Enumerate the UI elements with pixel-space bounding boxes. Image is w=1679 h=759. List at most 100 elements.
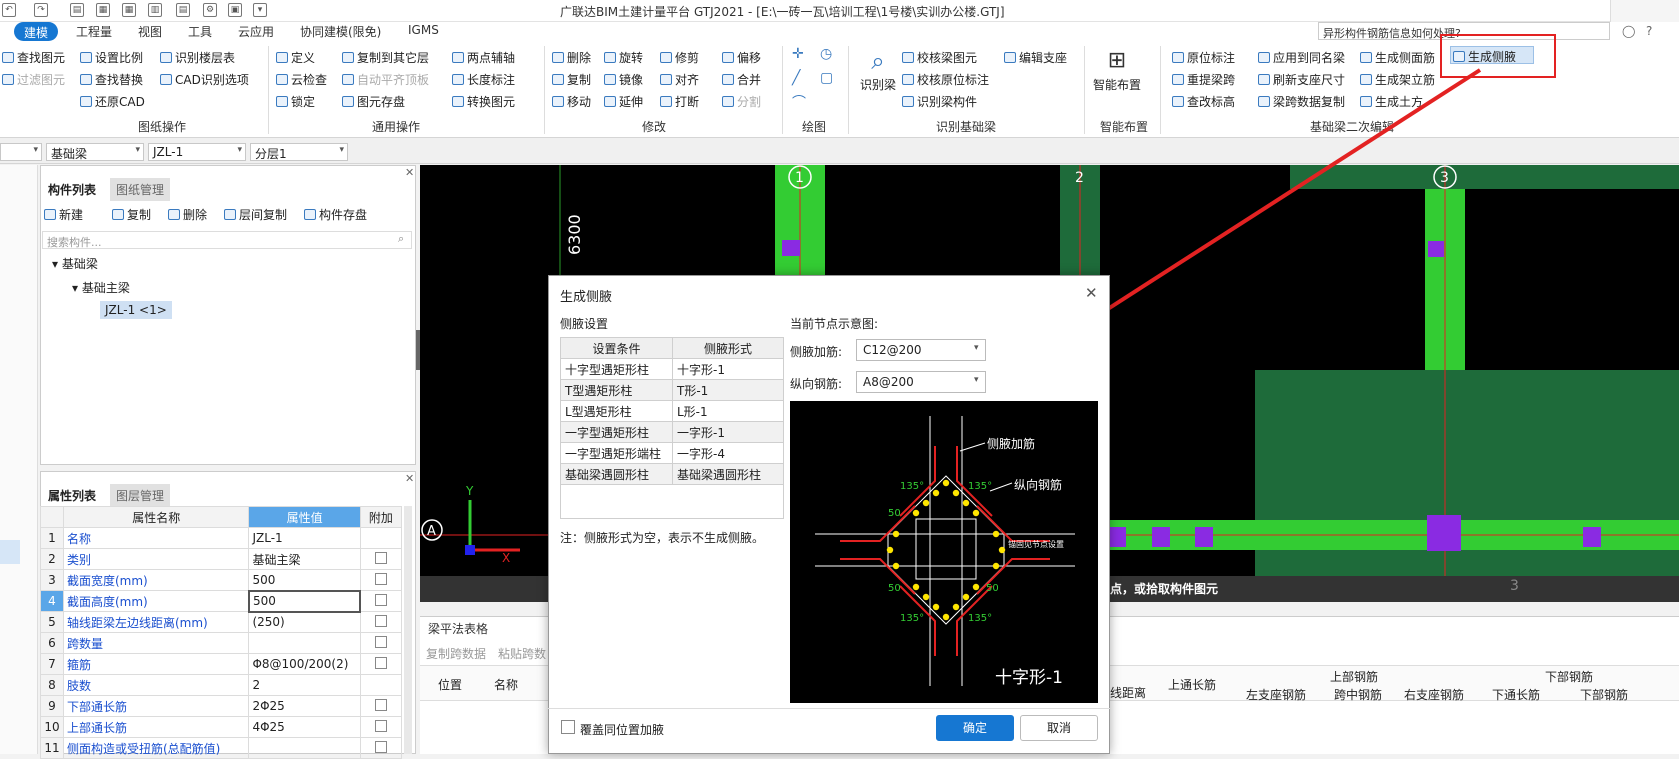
rect-draw-icon[interactable]: ▢ bbox=[820, 70, 833, 86]
property-row[interactable]: 5 轴线距梁左边线距离(mm) (250) bbox=[40, 611, 403, 633]
extra-checkbox[interactable] bbox=[374, 635, 387, 648]
tab-layer-manage[interactable]: 图层管理 bbox=[110, 484, 171, 507]
form-cell[interactable]: L形-1 bbox=[672, 400, 784, 422]
undo-icon[interactable]: ↶ bbox=[2, 3, 16, 17]
extend-button[interactable]: 延伸 bbox=[604, 93, 643, 110]
user-icon[interactable]: ◯ bbox=[1622, 24, 1635, 38]
recognize-beam-button[interactable]: ⌕ 识别梁 bbox=[856, 46, 900, 112]
form-cell[interactable]: 基础梁遇圆形柱 bbox=[672, 463, 784, 485]
element-save-button[interactable]: 图元存盘 bbox=[342, 93, 405, 110]
nav-strip-active[interactable] bbox=[0, 540, 20, 564]
property-row[interactable]: 11 侧面构造或受扭筋(总配筋值) bbox=[40, 737, 403, 759]
line-draw-icon[interactable]: ╱ bbox=[792, 70, 800, 86]
haunch-table-row[interactable]: 一字型遇矩形端柱 一字形-4 bbox=[560, 442, 784, 464]
set-scale-button[interactable]: 设置比例 bbox=[80, 49, 143, 66]
cad-icon[interactable]: ▤ bbox=[176, 3, 190, 17]
cancel-button[interactable]: 取消 bbox=[1020, 715, 1098, 741]
property-value[interactable] bbox=[248, 632, 361, 654]
layer-select[interactable]: 分层1 bbox=[250, 143, 348, 161]
find-replace-button[interactable]: 查找替换 bbox=[80, 71, 143, 88]
extra-checkbox[interactable] bbox=[374, 656, 387, 669]
two-point-axis-button[interactable]: 两点辅轴 bbox=[452, 49, 515, 66]
arc-line-icon[interactable]: ⌒ bbox=[792, 92, 806, 112]
close-property-icon[interactable]: ✕ bbox=[405, 472, 414, 485]
cloud-check-button[interactable]: 云检查 bbox=[276, 71, 327, 88]
tab-drawing-manage[interactable]: 图纸管理 bbox=[110, 178, 171, 201]
property-row[interactable]: 2 类别 基础主梁 bbox=[40, 548, 403, 570]
haunch-table-row[interactable]: 基础梁遇圆形柱 基础梁遇圆形柱 bbox=[560, 463, 784, 485]
property-value[interactable]: Φ8@100/200(2) bbox=[248, 653, 361, 675]
tree-node-foundation-beam[interactable]: ▾ 基础梁 bbox=[52, 255, 98, 272]
length-dimension-button[interactable]: 长度标注 bbox=[452, 71, 515, 88]
menu-tools[interactable]: 工具 bbox=[188, 23, 212, 40]
property-row[interactable]: 6 跨数量 bbox=[40, 632, 403, 654]
offset-button[interactable]: 偏移 bbox=[722, 49, 761, 66]
new-button[interactable]: 新建 bbox=[44, 206, 83, 223]
component-select[interactable]: JZL-1 bbox=[148, 143, 246, 161]
tree-node-jzl1[interactable]: JZL-1 <1> bbox=[100, 301, 172, 319]
component-save-button[interactable]: 构件存盘 bbox=[304, 206, 367, 223]
extra-checkbox[interactable] bbox=[374, 719, 387, 732]
image-icon[interactable]: ▣ bbox=[228, 3, 242, 17]
property-value[interactable]: 基础主梁 bbox=[248, 548, 361, 570]
more-icon[interactable]: ▾ bbox=[253, 3, 267, 17]
haunch-table-row[interactable]: T型遇矩形柱 T形-1 bbox=[560, 379, 784, 401]
extra-checkbox[interactable] bbox=[374, 740, 387, 753]
haunch-table-row[interactable]: 一字型遇矩形柱 一字形-1 bbox=[560, 421, 784, 443]
auto-align-slab-button[interactable]: 自动平齐顶板 bbox=[342, 71, 429, 88]
trim-button[interactable]: 修剪 bbox=[660, 49, 699, 66]
property-value[interactable]: 4Φ25 bbox=[248, 716, 361, 738]
form-cell[interactable]: 一字形-4 bbox=[672, 442, 784, 464]
find-element-button[interactable]: 查找图元 bbox=[2, 49, 65, 66]
property-scrollbar[interactable] bbox=[404, 506, 412, 754]
recognize-beam-component-button[interactable]: 识别梁构件 bbox=[902, 93, 977, 110]
redo-icon[interactable]: ↷ bbox=[34, 3, 48, 17]
tab-property-list[interactable]: 属性列表 bbox=[42, 484, 103, 507]
tree-node-main-beam[interactable]: ▾ 基础主梁 bbox=[72, 279, 130, 296]
extra-checkbox[interactable] bbox=[374, 614, 387, 627]
paste-span-data-link[interactable]: 粘贴跨数 bbox=[498, 645, 546, 662]
property-row[interactable]: 9 下部通长筋 2Φ25 bbox=[40, 695, 403, 717]
property-row[interactable]: 10 上部通长筋 4Φ25 bbox=[40, 716, 403, 738]
copy-button[interactable]: 复制 bbox=[552, 71, 591, 88]
extra-checkbox[interactable] bbox=[374, 698, 387, 711]
move-button[interactable]: 移动 bbox=[552, 93, 591, 110]
haunch-bar-select[interactable]: C12@200 bbox=[856, 339, 986, 361]
floor-select[interactable] bbox=[0, 143, 42, 161]
panel-delete-button[interactable]: 删除 bbox=[168, 206, 207, 223]
tab-component-list[interactable]: 构件列表 bbox=[42, 178, 103, 201]
layout-icon[interactable]: ▦ bbox=[96, 3, 110, 17]
menu-modeling[interactable]: 建模 bbox=[14, 22, 59, 41]
arc-draw-icon[interactable]: ◷ bbox=[820, 46, 832, 62]
property-value[interactable] bbox=[248, 737, 361, 759]
property-row[interactable]: 7 箍筋 Φ8@100/200(2) bbox=[40, 653, 403, 675]
mirror-button[interactable]: 镜像 bbox=[604, 71, 643, 88]
menu-cloud[interactable]: 云应用 bbox=[238, 23, 274, 40]
restore-cad-button[interactable]: 还原CAD bbox=[80, 93, 145, 110]
dialog-close-icon[interactable]: ✕ bbox=[1085, 284, 1098, 302]
property-value[interactable]: JZL-1 bbox=[248, 527, 361, 549]
form-cell[interactable]: T形-1 bbox=[672, 379, 784, 401]
haunch-table-row[interactable]: 十字型遇矩形柱 十字形-1 bbox=[560, 358, 784, 380]
cad-options-button[interactable]: CAD识别选项 bbox=[160, 71, 249, 88]
menu-collab[interactable]: 协同建模(限免) bbox=[300, 23, 381, 40]
canvas-splitter[interactable] bbox=[416, 330, 420, 370]
property-value[interactable]: 500 bbox=[248, 569, 361, 591]
menu-view[interactable]: 视图 bbox=[138, 23, 162, 40]
align-button[interactable]: 对齐 bbox=[660, 71, 699, 88]
property-row[interactable]: 1 名称 JZL-1 bbox=[40, 527, 403, 549]
property-row[interactable]: 8 肢数 2 bbox=[40, 674, 403, 696]
copy-to-floor-button[interactable]: 复制到其它层 bbox=[342, 49, 429, 66]
property-value[interactable]: (250) bbox=[248, 611, 361, 633]
merge-button[interactable]: 合并 bbox=[722, 71, 761, 88]
rotate-button[interactable]: 旋转 bbox=[604, 49, 643, 66]
menu-igms[interactable]: IGMS bbox=[408, 23, 439, 37]
long-bar-select[interactable]: A8@200 bbox=[856, 371, 986, 393]
define-button[interactable]: 定义 bbox=[276, 49, 315, 66]
check-beam-button[interactable]: 校核梁图元 bbox=[902, 49, 977, 66]
split-button[interactable]: 分割 bbox=[722, 93, 761, 110]
panel-copy-button[interactable]: 复制 bbox=[112, 206, 151, 223]
extra-checkbox[interactable] bbox=[374, 572, 387, 585]
delete-button[interactable]: 删除 bbox=[552, 49, 591, 66]
form-cell[interactable]: 一字形-1 bbox=[672, 421, 784, 443]
